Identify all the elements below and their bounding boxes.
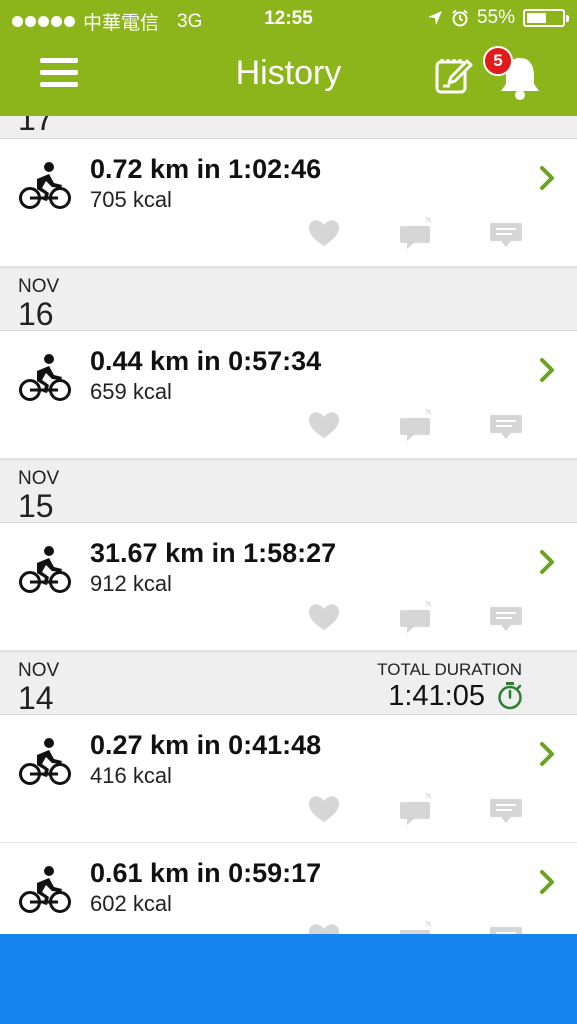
activity-row[interactable]: 0.44 km in 0:57:34 659 kcal — [0, 331, 577, 459]
bicycle-icon — [19, 866, 71, 913]
stopwatch-icon — [498, 682, 522, 710]
social-actions — [306, 793, 526, 825]
edit-note-icon[interactable] — [434, 56, 474, 96]
activity-calories: 912 kcal — [90, 571, 172, 596]
activity-title: 0.72 km in 1:02:46 — [90, 154, 322, 184]
status-right: 55% — [427, 7, 569, 29]
activity-calories: 602 kcal — [90, 891, 172, 916]
activity-calories: 416 kcal — [90, 763, 172, 788]
activity-title: 31.67 km in 1:58:27 — [90, 538, 337, 568]
chevron-right-icon[interactable] — [538, 869, 556, 895]
date-header: 17 — [0, 116, 577, 139]
date-month: NOV — [18, 660, 60, 681]
comment-icon[interactable] — [488, 409, 524, 441]
heart-icon[interactable] — [306, 601, 342, 633]
heart-icon[interactable] — [306, 921, 342, 934]
activity-row[interactable]: 0.72 km in 1:02:46 705 kcal — [0, 139, 577, 267]
battery-fill — [527, 13, 546, 23]
date-header: NOV 16 — [0, 267, 577, 332]
battery-icon — [523, 9, 569, 27]
date-day: 16 — [18, 296, 54, 332]
bicycle-icon — [19, 738, 71, 785]
heart-icon[interactable] — [306, 793, 342, 825]
date-day: 17 — [18, 116, 54, 137]
date-header: NOV 14 TOTAL DURATION 1:41:05 — [0, 651, 577, 716]
chevron-right-icon[interactable] — [538, 357, 556, 383]
activity-title: 0.27 km in 0:41:48 — [90, 730, 322, 760]
activity-calories: 705 kcal — [90, 187, 172, 212]
history-list[interactable]: 17 0.72 km in 1:02:46 705 kcal NOV 16 0.… — [0, 116, 577, 934]
share-icon[interactable] — [398, 409, 434, 441]
top-bar: 中華電信 3G 12:55 55% History 5 — [0, 0, 577, 116]
bicycle-icon — [19, 162, 71, 209]
comment-icon[interactable] — [488, 921, 524, 934]
chevron-right-icon[interactable] — [538, 741, 556, 767]
notification-badge[interactable]: 5 — [483, 46, 513, 76]
bicycle-icon — [19, 546, 71, 593]
alarm-clock-icon — [452, 9, 468, 27]
activity-row[interactable]: 31.67 km in 1:58:27 912 kcal — [0, 523, 577, 651]
social-actions — [306, 921, 526, 934]
activity-row[interactable]: 0.27 km in 0:41:48 416 kcal — [0, 715, 577, 843]
comment-icon[interactable] — [488, 217, 524, 249]
date-header: NOV 15 — [0, 459, 577, 524]
date-month: NOV — [18, 468, 60, 489]
battery-percent: 55% — [476, 7, 515, 28]
activity-title: 0.61 km in 0:59:17 — [90, 858, 322, 888]
share-icon[interactable] — [398, 601, 434, 633]
status-bar: 中華電信 3G 12:55 55% — [0, 0, 577, 38]
chevron-right-icon[interactable] — [538, 549, 556, 575]
date-day: 14 — [18, 680, 54, 716]
nav-bar: History 5 — [0, 38, 577, 116]
heart-icon[interactable] — [306, 409, 342, 441]
total-duration-label: TOTAL DURATION — [377, 660, 522, 679]
activity-title: 0.44 km in 0:57:34 — [90, 346, 322, 376]
social-actions — [306, 217, 526, 249]
location-arrow-icon — [427, 11, 442, 25]
comment-icon[interactable] — [488, 601, 524, 633]
heart-icon[interactable] — [306, 217, 342, 249]
social-actions — [306, 601, 526, 633]
share-icon[interactable] — [398, 921, 434, 934]
activity-row[interactable]: 0.61 km in 0:59:17 602 kcal — [0, 843, 577, 934]
date-month: NOV — [18, 276, 60, 297]
date-day: 15 — [18, 488, 54, 524]
chevron-right-icon[interactable] — [538, 165, 556, 191]
share-icon[interactable] — [398, 793, 434, 825]
activity-calories: 659 kcal — [90, 379, 172, 404]
social-actions — [306, 409, 526, 441]
share-icon[interactable] — [398, 217, 434, 249]
bottom-bar[interactable] — [0, 934, 577, 1024]
comment-icon[interactable] — [488, 793, 524, 825]
total-duration-value: 1:41:05 — [388, 680, 485, 712]
bicycle-icon — [19, 354, 71, 401]
